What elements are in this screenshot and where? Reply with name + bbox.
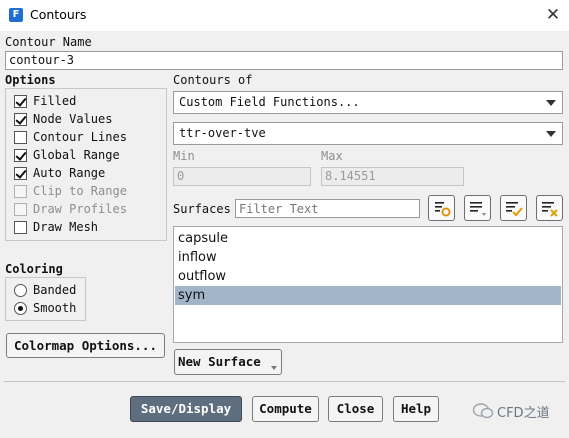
footer-separator [4, 381, 565, 382]
filled-checkbox[interactable] [14, 94, 27, 108]
node-values-checkbox[interactable] [14, 112, 27, 126]
max-label: Max [321, 149, 343, 163]
close-window-button[interactable]: ✕ [540, 3, 566, 27]
option-draw-profiles: Draw Profiles [14, 200, 127, 218]
close-button[interactable]: Close [328, 396, 383, 422]
title-bar: F Contours ✕ [0, 0, 569, 31]
deselect-all-icon[interactable] [536, 195, 563, 221]
options-title: Options [5, 73, 56, 87]
option-label: Clip to Range [33, 184, 127, 198]
coloring-label: Smooth [33, 301, 77, 315]
option-label: Draw Profiles [33, 202, 127, 216]
dropdown-value: ttr-over-tve [179, 126, 266, 140]
watermark-text: CFD之道 [497, 405, 550, 421]
option-clip-to-range: Clip to Range [14, 182, 127, 200]
banded-radio[interactable] [14, 283, 27, 297]
surface-item-selected[interactable]: sym [175, 286, 561, 305]
max-field: 8.14551 [321, 167, 464, 186]
new-surface-filter-icon[interactable] [428, 195, 455, 221]
chevron-down-icon [271, 366, 277, 370]
option-draw-mesh[interactable]: Draw Mesh [14, 218, 98, 236]
coloring-smooth[interactable]: Smooth [14, 299, 76, 317]
coloring-label: Banded [33, 283, 77, 297]
surfaces-list[interactable]: capsule inflow outflow sym [173, 226, 563, 343]
window-title: Contours [30, 7, 87, 22]
save-display-button[interactable]: Save/Display [130, 396, 242, 422]
option-node-values[interactable]: Node Values [14, 110, 112, 128]
option-label: Contour Lines [33, 130, 127, 144]
contours-of-category-dropdown[interactable]: Custom Field Functions... [173, 91, 563, 114]
chevron-down-icon [546, 131, 556, 137]
options-group: Filled Node Values Contour Lines Global … [5, 88, 167, 241]
contour-lines-checkbox[interactable] [14, 130, 27, 144]
contours-of-field-dropdown[interactable]: ttr-over-tve [173, 122, 563, 145]
draw-mesh-checkbox[interactable] [14, 220, 27, 234]
auto-range-checkbox[interactable] [14, 166, 27, 180]
global-range-checkbox[interactable] [14, 148, 27, 162]
option-auto-range[interactable]: Auto Range [14, 164, 105, 182]
option-global-range[interactable]: Global Range [14, 146, 120, 164]
min-field: 0 [173, 167, 311, 186]
option-contour-lines[interactable]: Contour Lines [14, 128, 127, 146]
fluent-app-icon: F [9, 8, 23, 22]
option-label: Auto Range [33, 166, 106, 180]
chat-bubble-icon [472, 403, 494, 419]
surface-filter-input[interactable] [235, 199, 420, 218]
watermark: CFD之道 [472, 400, 564, 422]
coloring-title: Coloring [5, 262, 63, 276]
surface-item[interactable]: outflow [175, 267, 561, 286]
contour-name-label: Contour Name [5, 35, 92, 49]
option-label: Node Values [33, 112, 113, 126]
coloring-group: Banded Smooth [5, 277, 86, 321]
contours-of-label: Contours of [173, 73, 253, 87]
smooth-radio[interactable] [14, 301, 27, 315]
option-filled[interactable]: Filled [14, 92, 76, 110]
help-button[interactable]: Help [393, 396, 439, 422]
draw-profiles-checkbox [14, 202, 27, 216]
compute-button[interactable]: Compute [252, 396, 319, 422]
new-surface-label: New Surface [178, 354, 261, 369]
colormap-options-button[interactable]: Colormap Options... [6, 333, 165, 358]
min-label: Min [173, 149, 195, 163]
sort-list-icon[interactable] [464, 195, 491, 221]
select-all-icon[interactable] [500, 195, 527, 221]
surface-item[interactable]: inflow [175, 248, 561, 267]
clip-to-range-checkbox [14, 184, 27, 198]
contour-name-input[interactable]: contour-3 [5, 51, 563, 70]
option-label: Filled [33, 94, 77, 108]
new-surface-button[interactable]: New Surface [174, 349, 282, 375]
coloring-banded[interactable]: Banded [14, 281, 76, 299]
chevron-down-icon [546, 100, 556, 106]
surfaces-label: Surfaces [173, 202, 231, 216]
dropdown-value: Custom Field Functions... [179, 95, 360, 109]
option-label: Draw Mesh [33, 220, 99, 234]
option-label: Global Range [33, 148, 120, 162]
surface-item[interactable]: capsule [175, 229, 561, 248]
